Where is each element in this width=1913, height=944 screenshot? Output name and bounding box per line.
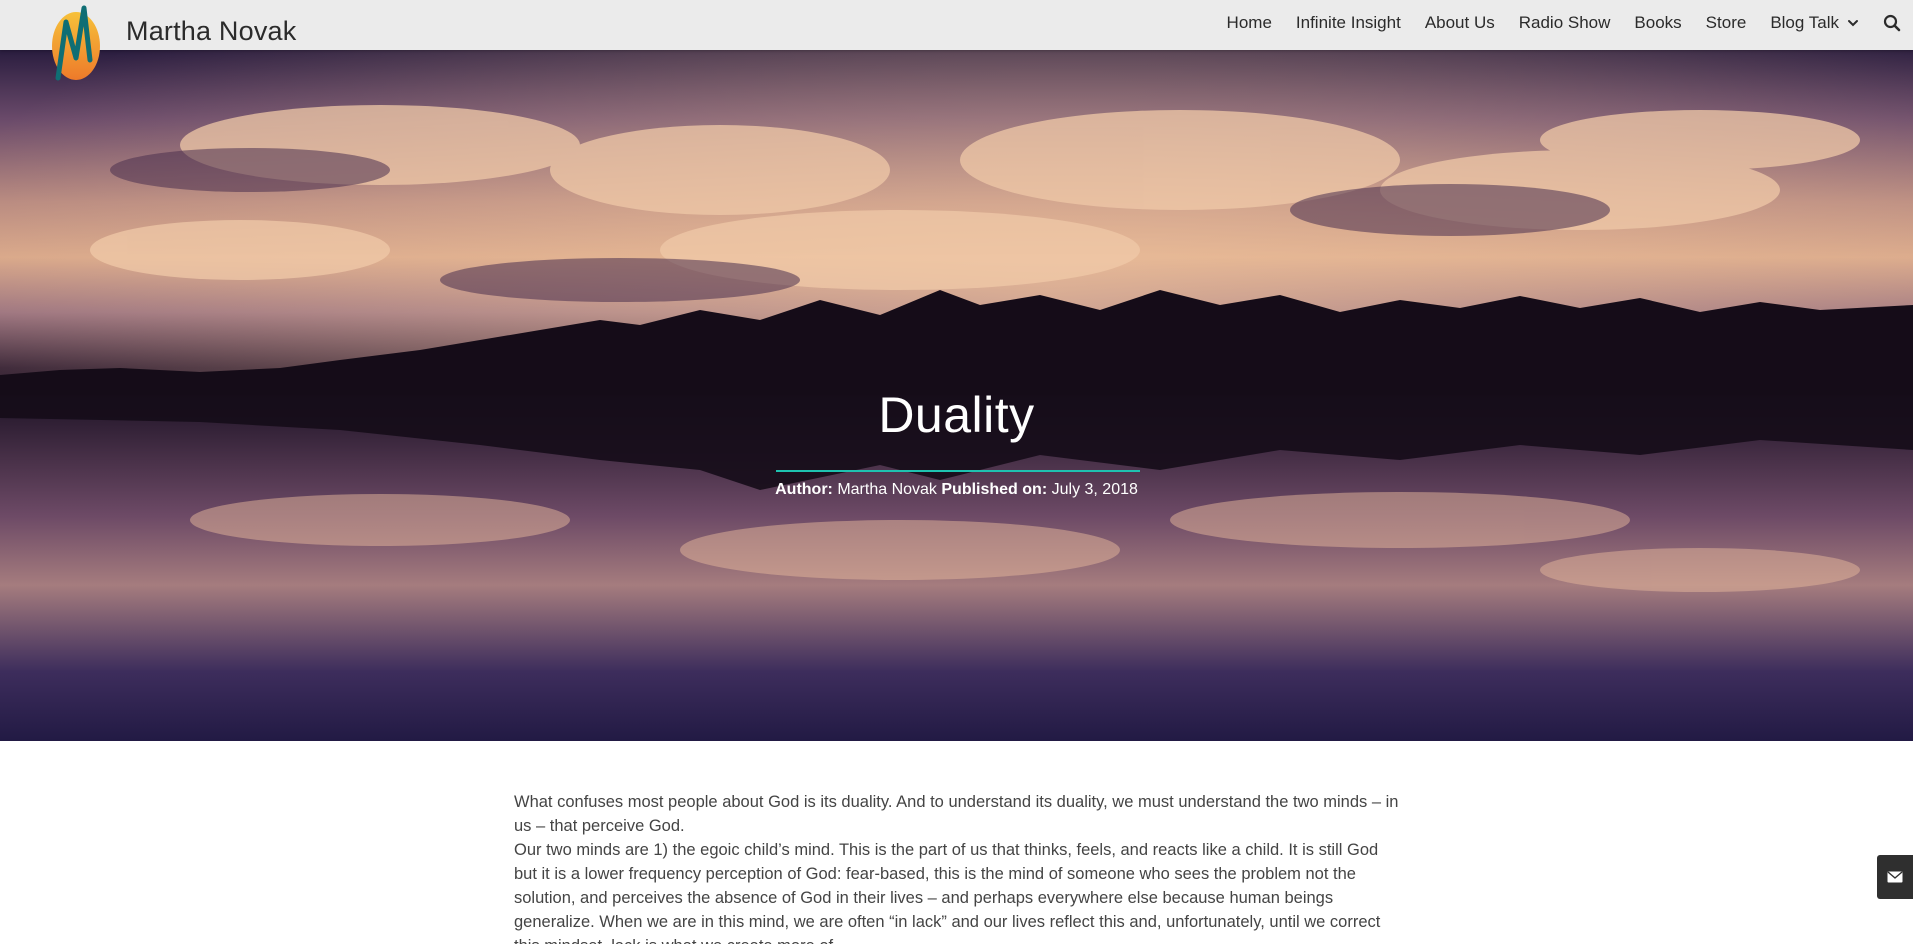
author-label: Author:: [775, 481, 833, 498]
post-meta: Author: Martha Novak Published on: July …: [0, 481, 1913, 499]
hero-banner: Duality Author: Martha Novak Published o…: [0, 50, 1913, 741]
contact-tab-button[interactable]: [1877, 855, 1913, 899]
nav-label: Books: [1634, 13, 1682, 32]
nav-label: Home: [1226, 13, 1272, 32]
envelope-icon: [1887, 871, 1903, 883]
nav-label: Blog Talk: [1770, 13, 1839, 32]
nav-label: Radio Show: [1518, 13, 1611, 32]
martha-novak-logo-icon: [52, 5, 100, 81]
search-icon[interactable]: [1883, 14, 1901, 32]
nav-label: Infinite Insight: [1295, 13, 1401, 32]
article-paragraph: What confuses most people about God is i…: [514, 793, 1399, 835]
site-header: Martha Novak Home Infinite Insight About…: [0, 0, 1913, 81]
nav-label: Store: [1705, 13, 1747, 32]
nav-infinite-insight[interactable]: Infinite Insight: [1296, 13, 1401, 33]
post-title: Duality: [878, 387, 1035, 443]
nav-books[interactable]: Books: [1634, 13, 1681, 33]
nav-home[interactable]: Home: [1227, 13, 1272, 33]
title-divider: [776, 470, 1140, 472]
main-nav: Home Infinite Insight About Us Radio Sho…: [1227, 0, 1913, 46]
article-paragraph: Our two minds are 1) the egoic child’s m…: [514, 841, 1381, 944]
published-date: July 3, 2018: [1051, 481, 1138, 498]
nav-store[interactable]: Store: [1706, 13, 1747, 33]
nav-about-us[interactable]: About Us: [1425, 13, 1495, 33]
nav-radio-show[interactable]: Radio Show: [1519, 13, 1611, 33]
published-label: Published on:: [941, 481, 1048, 498]
chevron-down-icon: [1848, 20, 1858, 27]
nav-blog-talk[interactable]: Blog Talk: [1770, 13, 1859, 33]
article-body: What confuses most people about God is i…: [514, 790, 1400, 944]
site-title[interactable]: Martha Novak: [126, 16, 296, 47]
author-name[interactable]: Martha Novak: [837, 481, 937, 498]
nav-label: About Us: [1424, 13, 1495, 32]
site-logo[interactable]: [48, 0, 104, 84]
